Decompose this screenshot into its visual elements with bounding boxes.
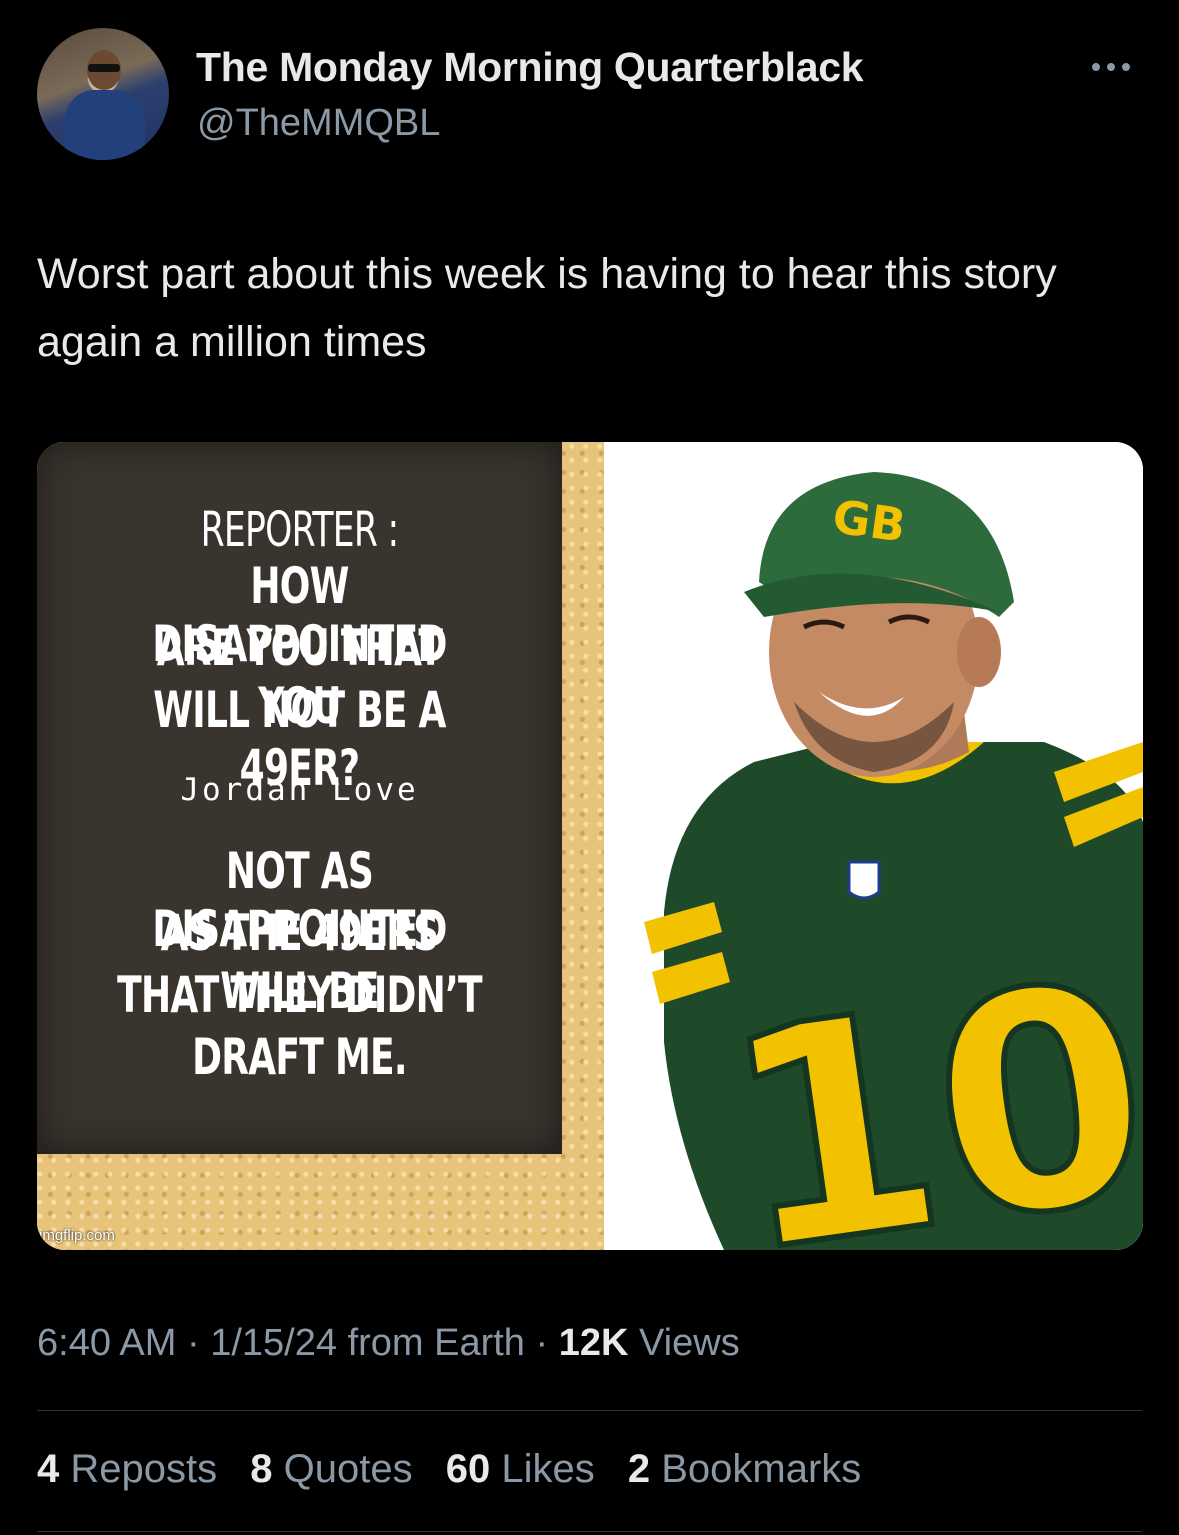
quotes-label: Quotes (283, 1447, 413, 1491)
tweet-metadata: 6:40 AM · 1/15/24 from Earth · 12K Views (37, 1322, 740, 1365)
meme-speaker: Jordan Love (180, 772, 419, 808)
reposts-label: Reposts (70, 1447, 218, 1491)
tweet-text: Worst part about this week is having to … (37, 250, 1057, 366)
bookmarks-label: Bookmarks (661, 1447, 862, 1491)
jersey-number: 10 (707, 916, 1143, 1250)
meme-answer-line: THAT THEY DIDN’T (117, 966, 482, 1024)
engagement-stats: 4 Reposts 8 Quotes 60 Likes 2 Bookmarks (37, 1447, 861, 1492)
likes-count: 60 (445, 1447, 491, 1491)
meta-separator: · (186, 1322, 200, 1364)
divider (37, 1410, 1142, 1411)
player-illustration: GB 10 (644, 472, 1143, 1250)
meme-answer-line: DRAFT ME. (192, 1028, 407, 1086)
views-count: 12K (558, 1322, 629, 1364)
more-options-icon[interactable] (1092, 58, 1140, 72)
divider (37, 1531, 1142, 1532)
meme-image: REPORTER : HOW DISAPPOINTED ARE YOU THAT… (37, 442, 604, 1250)
meme-watermark: imgflip.com (39, 1227, 115, 1244)
meme-reporter-label: REPORTER : (200, 502, 400, 558)
avatar[interactable] (37, 28, 169, 160)
bookmarks-stat[interactable]: 2 Bookmarks (628, 1447, 861, 1491)
views-label: Views (639, 1322, 740, 1364)
author-handle[interactable]: @TheMMQBL (197, 102, 440, 145)
reposts-count: 4 (37, 1447, 60, 1491)
reposts-stat[interactable]: 4 Reposts (37, 1447, 228, 1491)
meta-separator: · (535, 1322, 549, 1364)
cap-logo: GB (829, 489, 909, 553)
player-photo: GB 10 (604, 442, 1143, 1250)
tweet-header: The Monday Morning Quarterblack @TheMMQB… (37, 28, 1142, 168)
tweet-source: from Earth (347, 1322, 525, 1364)
likes-stat[interactable]: 60 Likes (446, 1447, 606, 1491)
author-name[interactable]: The Monday Morning Quarterblack (196, 44, 864, 91)
quotes-count: 8 (250, 1447, 273, 1491)
bookmarks-count: 2 (627, 1447, 651, 1491)
tweet-time[interactable]: 6:40 AM (37, 1322, 176, 1364)
likes-label: Likes (501, 1447, 595, 1491)
meme-board: REPORTER : HOW DISAPPOINTED ARE YOU THAT… (37, 442, 562, 1154)
tweet-date[interactable]: 1/15/24 (210, 1322, 337, 1364)
quotes-stat[interactable]: 8 Quotes (250, 1447, 423, 1491)
tweet-media[interactable]: REPORTER : HOW DISAPPOINTED ARE YOU THAT… (37, 442, 1143, 1250)
